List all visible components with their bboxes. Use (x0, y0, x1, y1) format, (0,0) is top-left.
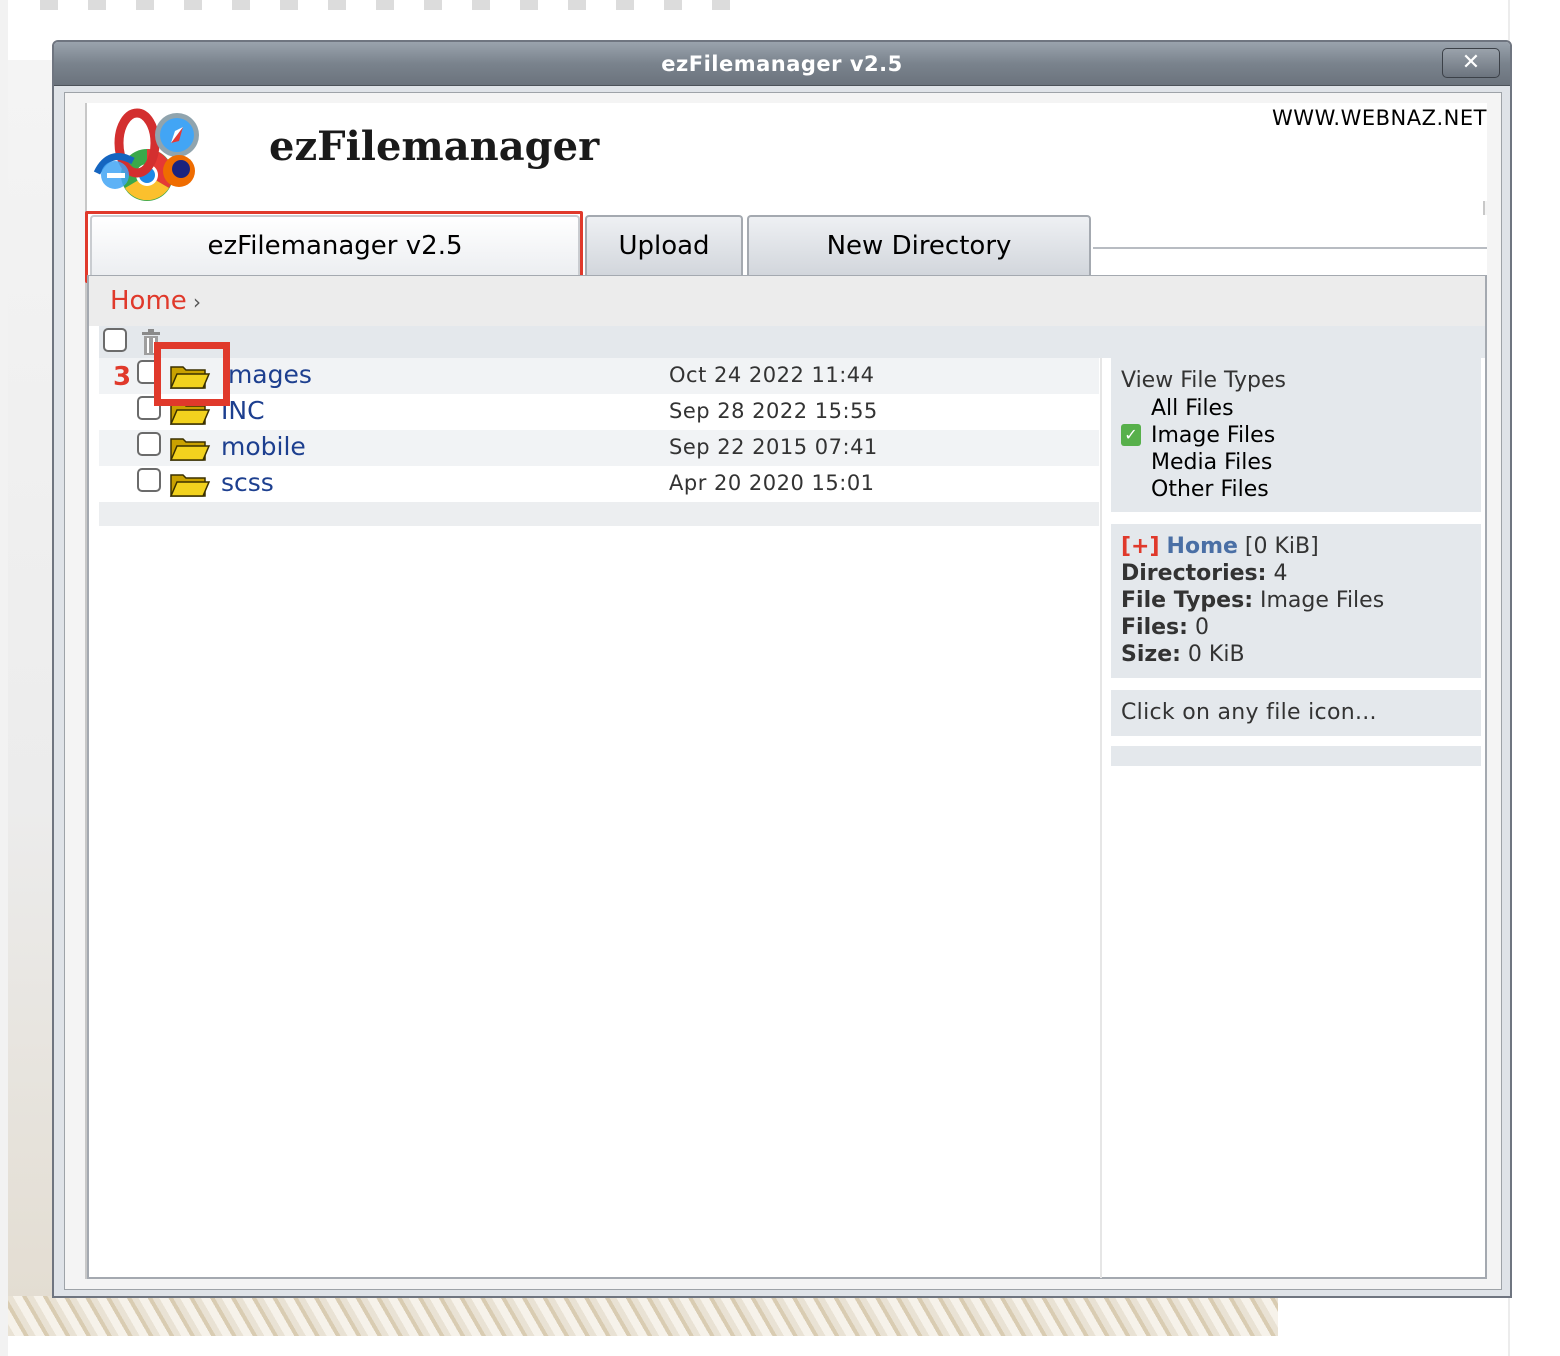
row-checkbox[interactable] (137, 360, 161, 384)
file-types-title: View File Types (1121, 368, 1286, 393)
breadcrumb: Home › (89, 276, 1485, 326)
folder-icon[interactable] (169, 362, 211, 392)
app-brand-title: ezFilemanager (269, 123, 600, 170)
filter-other-files[interactable]: Other Files (1151, 477, 1269, 502)
dialog-titlebar[interactable]: ezFilemanager v2.5 ✕ (54, 42, 1510, 86)
summary-home-size: [0 KiB] (1244, 534, 1319, 559)
summary-header: [+] Home [0 KiB] (1121, 534, 1319, 559)
tab-bar-line (1093, 247, 1487, 249)
file-types-panel: View File Types All Files ✓ Image Files … (1111, 358, 1481, 512)
dialog-body: ezFilemanager WWW.WEBNAZ.NET ezFilemanag… (64, 92, 1502, 1290)
directory-summary-panel: [+] Home [0 KiB] Directories: 4 File Typ… (1111, 524, 1481, 678)
table-row[interactable]: scss Apr 20 2020 15:01 (99, 466, 1099, 502)
summary-size-label: Size: (1121, 642, 1181, 667)
filemanager-frame: ezFilemanager WWW.WEBNAZ.NET ezFilemanag… (85, 103, 1487, 1279)
breadcrumb-separator: › (193, 290, 201, 314)
row-filename[interactable]: images (221, 360, 312, 389)
background-strip (8, 60, 54, 1300)
filter-all-files[interactable]: All Files (1151, 396, 1234, 421)
row-date: Oct 24 2022 11:44 (669, 363, 875, 387)
filter-image-files[interactable]: Image Files (1151, 423, 1275, 448)
step-number-annotation: 3 (113, 362, 132, 392)
row-checkbox[interactable] (137, 468, 161, 492)
tab-new-directory[interactable]: New Directory (747, 215, 1091, 275)
filemanager-dialog: ezFilemanager v2.5 ✕ ezFilemanager WWW.W… (52, 40, 1512, 1298)
file-preview-panel: Click on any file icon... (1111, 690, 1481, 736)
bulk-actions-row (99, 326, 1485, 358)
table-row[interactable]: images Oct 24 2022 11:44 (99, 358, 1099, 394)
breadcrumb-home-link[interactable]: Home (110, 286, 187, 316)
row-date: Sep 28 2022 15:55 (669, 399, 878, 423)
background-toolbar (40, 0, 760, 10)
folder-icon[interactable] (169, 434, 211, 464)
list-footer (99, 502, 1099, 526)
table-row[interactable]: INC Sep 28 2022 15:55 (99, 394, 1099, 430)
close-button[interactable]: ✕ (1442, 48, 1500, 78)
summary-files-label: Files: (1121, 615, 1188, 640)
row-checkbox[interactable] (137, 396, 161, 420)
folder-icon[interactable] (169, 398, 211, 428)
tab-upload[interactable]: Upload (585, 215, 743, 275)
file-preview-hint: Click on any file icon... (1121, 700, 1377, 725)
background-left (0, 0, 8, 1356)
side-footer-bar (1111, 746, 1481, 766)
site-url[interactable]: WWW.WEBNAZ.NET (1272, 106, 1487, 130)
checkmark-icon: ✓ (1121, 424, 1141, 446)
summary-files-value: 0 (1194, 615, 1209, 640)
file-list: images Oct 24 2022 11:44 INC Sep 28 2022… (99, 358, 1099, 526)
summary-file-types-label: File Types: (1121, 588, 1253, 613)
row-date: Sep 22 2015 07:41 (669, 435, 878, 459)
summary-file-types-value: Image Files (1260, 588, 1385, 613)
tab-bar: ezFilemanager v2.5 Upload New Directory (85, 211, 1487, 283)
content-panel: Home › images Oct 24 2022 11:44 INC Sep … (87, 275, 1487, 1279)
table-row[interactable]: mobile Sep 22 2015 07:41 (99, 430, 1099, 466)
summary-files: Files: 0 (1121, 615, 1209, 640)
tab-filemanager[interactable]: ezFilemanager v2.5 (90, 215, 580, 275)
summary-size: Size: 0 KiB (1121, 642, 1245, 667)
expand-toggle[interactable]: [+] (1121, 534, 1160, 559)
row-filename[interactable]: INC (221, 396, 265, 425)
row-filename[interactable]: scss (221, 468, 274, 497)
browsers-logo-icon (93, 108, 199, 201)
summary-home-link[interactable]: Home (1167, 534, 1238, 559)
summary-directories: Directories: 4 (1121, 561, 1287, 586)
row-filename[interactable]: mobile (221, 432, 306, 461)
column-divider (1100, 358, 1102, 1278)
summary-directories-label: Directories: (1121, 561, 1267, 586)
folder-icon[interactable] (169, 470, 211, 500)
summary-file-types: File Types: Image Files (1121, 588, 1384, 613)
filter-media-files[interactable]: Media Files (1151, 450, 1272, 475)
dialog-title: ezFilemanager v2.5 (661, 52, 903, 76)
app-header: ezFilemanager WWW.WEBNAZ.NET (87, 103, 1487, 201)
row-date: Apr 20 2020 15:01 (669, 471, 875, 495)
summary-directories-value: 4 (1273, 561, 1288, 586)
row-checkbox[interactable] (137, 432, 161, 456)
select-all-checkbox[interactable] (103, 328, 127, 352)
background-bottom-image (8, 1296, 1278, 1336)
trash-icon[interactable] (139, 328, 163, 356)
summary-size-value: 0 KiB (1187, 642, 1245, 667)
